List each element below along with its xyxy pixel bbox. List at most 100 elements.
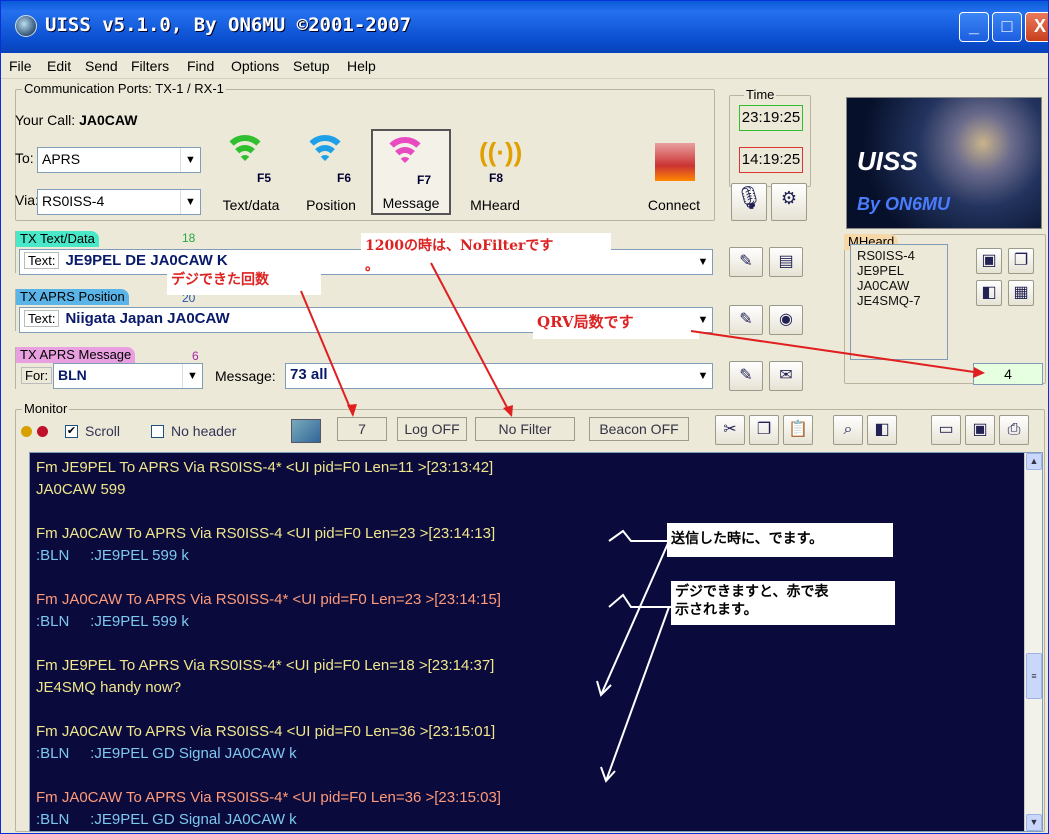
menu-filters[interactable]: Filters — [131, 58, 169, 74]
database-icon[interactable]: ◧ — [976, 280, 1002, 306]
title-bar[interactable]: UISS v5.1.0, By ON6MU ©2001-2007 _ □ X — [1, 1, 1048, 53]
status-led-yellow-icon — [21, 426, 32, 437]
position-button[interactable]: F6 Position — [293, 129, 369, 215]
monitor-scrollbar[interactable]: ▲ ≡ ▼ — [1024, 453, 1042, 831]
annotation-qrv: QRV局数です — [533, 309, 699, 339]
cut-icon[interactable]: ✂ — [715, 415, 745, 445]
mheard-label: MHeard — [470, 197, 520, 213]
status-led-red-icon — [37, 426, 48, 437]
no-header-label: No header — [171, 423, 237, 439]
uiss-logo: UISS By ON6MU — [846, 97, 1042, 229]
scroll-checkbox[interactable]: ✔ — [65, 425, 78, 438]
chevron-down-icon: ▼ — [697, 256, 709, 268]
log-status[interactable]: Log OFF — [397, 417, 467, 441]
menu-help[interactable]: Help — [347, 58, 376, 74]
document-icon[interactable]: ▦ — [1008, 280, 1034, 306]
open-folder-icon[interactable]: ▭ — [931, 415, 961, 445]
mheard-group: MHeard RS0ISS-4 JE9PEL JA0CAW JE4SMQ-7 ▣… — [844, 234, 1046, 384]
connect-label: Connect — [647, 197, 701, 213]
annotation-red: デジできますと、赤で表 示されます。 — [671, 581, 895, 625]
tx-pos-label: TX APRS Position — [16, 289, 129, 305]
close-button[interactable]: X — [1025, 12, 1048, 42]
monitor-line: Fm JA0CAW To APRS Via RS0ISS-4* <UI pid=… — [36, 591, 501, 608]
connect-button[interactable]: Connect — [637, 129, 711, 215]
your-call-label: Your Call: JA0CAW — [15, 112, 138, 128]
list-item[interactable]: JA0CAW — [857, 278, 941, 293]
scroll-label: Scroll — [85, 423, 121, 439]
annotation-sent: 送信した時に、でます。 — [667, 523, 893, 557]
to-select[interactable]: APRS ▼ — [37, 147, 201, 173]
local-time: 14:19:25 — [739, 147, 803, 173]
f8-key-label: F8 — [489, 171, 504, 185]
to-label: To: — [15, 150, 34, 166]
monitor-line: :BLN :JE9PEL GD Signal JA0CAW k — [36, 811, 297, 828]
save-icon[interactable]: ▣ — [976, 248, 1002, 274]
globe-icon[interactable]: ◉ — [769, 305, 803, 335]
monitor-line: JA0CAW 599 — [36, 481, 126, 498]
copy-icon[interactable]: ❐ — [1008, 248, 1034, 274]
find-icon[interactable]: ⌕ — [833, 415, 863, 445]
menu-setup[interactable]: Setup — [293, 58, 330, 74]
monitor-label: Monitor — [22, 401, 70, 416]
scroll-thumb[interactable]: ≡ — [1026, 653, 1042, 699]
no-header-checkbox[interactable] — [151, 425, 164, 438]
send-text-icon[interactable]: ▤ — [769, 247, 803, 277]
annotation-digi-count: デジできた回数 — [167, 267, 321, 295]
chevron-down-icon: ▼ — [180, 190, 200, 214]
maximize-button[interactable]: □ — [992, 12, 1022, 42]
app-icon — [15, 15, 37, 37]
monitor-output[interactable]: Fm JE9PEL To APRS Via RS0ISS-4* <UI pid=… — [29, 452, 1043, 832]
list-item[interactable]: RS0ISS-4 — [857, 248, 941, 263]
menu-options[interactable]: Options — [231, 58, 279, 74]
tools-icon[interactable]: ⚙ — [771, 183, 807, 221]
chevron-down-icon: ▼ — [180, 148, 200, 172]
print-icon[interactable]: ⎙ — [999, 415, 1029, 445]
menu-file[interactable]: File — [9, 58, 32, 74]
scroll-down-icon[interactable]: ▼ — [1026, 814, 1042, 831]
edit-text-icon[interactable]: ✎ — [729, 247, 763, 277]
tx-msg-count: 6 — [192, 349, 199, 363]
edit-message-icon[interactable]: ✎ — [729, 361, 763, 391]
microphone-icon[interactable]: 🎙 — [731, 183, 767, 221]
mheard-button[interactable]: ((·)) F8 MHeard — [457, 129, 533, 215]
list-item[interactable]: JE4SMQ-7 — [857, 293, 941, 308]
chevron-down-icon: ▼ — [182, 364, 202, 388]
logo-by: By ON6MU — [857, 194, 951, 214]
for-select[interactable]: BLN ▼ — [53, 363, 203, 389]
utc-time: 23:19:25 — [739, 105, 803, 131]
menu-edit[interactable]: Edit — [47, 58, 71, 74]
annotation-nofilter: 1200の時は、NoFilterです。 — [361, 233, 611, 274]
beacon-status[interactable]: Beacon OFF — [589, 417, 689, 441]
f6-key-label: F6 — [337, 171, 352, 185]
monitor-line: :BLN :JE9PEL GD Signal JA0CAW k — [36, 745, 297, 762]
edit-position-icon[interactable]: ✎ — [729, 305, 763, 335]
chevron-down-icon: ▼ — [697, 370, 709, 382]
menu-send[interactable]: Send — [85, 58, 118, 74]
list-item[interactable]: JE9PEL — [857, 263, 941, 278]
antenna-icon: ((·)) — [479, 137, 523, 167]
filter-status[interactable]: No Filter — [475, 417, 575, 441]
scroll-up-icon[interactable]: ▲ — [1026, 453, 1042, 470]
copy-icon[interactable]: ❐ — [749, 415, 779, 445]
window-title: UISS v5.1.0, By ON6MU ©2001-2007 — [45, 14, 412, 36]
save-icon[interactable]: ▣ — [965, 415, 995, 445]
monitor-line: Fm JA0CAW To APRS Via RS0ISS-4* <UI pid=… — [36, 789, 501, 806]
message-label: Message — [382, 195, 440, 211]
text-data-button[interactable]: F5 Text/data — [213, 129, 289, 215]
message-input[interactable]: 73 all ▼ — [285, 363, 713, 389]
color-swatch-button[interactable] — [291, 419, 321, 443]
app-window: UISS v5.1.0, By ON6MU ©2001-2007 _ □ X F… — [0, 0, 1049, 834]
mheard-list[interactable]: RS0ISS-4 JE9PEL JA0CAW JE4SMQ-7 — [850, 244, 948, 360]
paste-icon[interactable]: 📋 — [783, 415, 813, 445]
comm-ports-label: Communication Ports: TX-1 / RX-1 — [22, 81, 226, 96]
menu-find[interactable]: Find — [187, 58, 214, 74]
database-icon[interactable]: ◧ — [867, 415, 897, 445]
menu-bar: File Edit Send Filters Find Options Setu… — [1, 53, 1048, 79]
minimize-button[interactable]: _ — [959, 12, 989, 42]
message-button[interactable]: F7 Message — [371, 129, 451, 215]
envelope-icon[interactable]: ✉ — [769, 361, 803, 391]
for-label: For: — [21, 367, 53, 384]
tx-text-label: TX Text/Data — [16, 231, 99, 247]
via-select[interactable]: RS0ISS-4 ▼ — [37, 189, 201, 215]
tx-text-count: 18 — [182, 231, 196, 245]
